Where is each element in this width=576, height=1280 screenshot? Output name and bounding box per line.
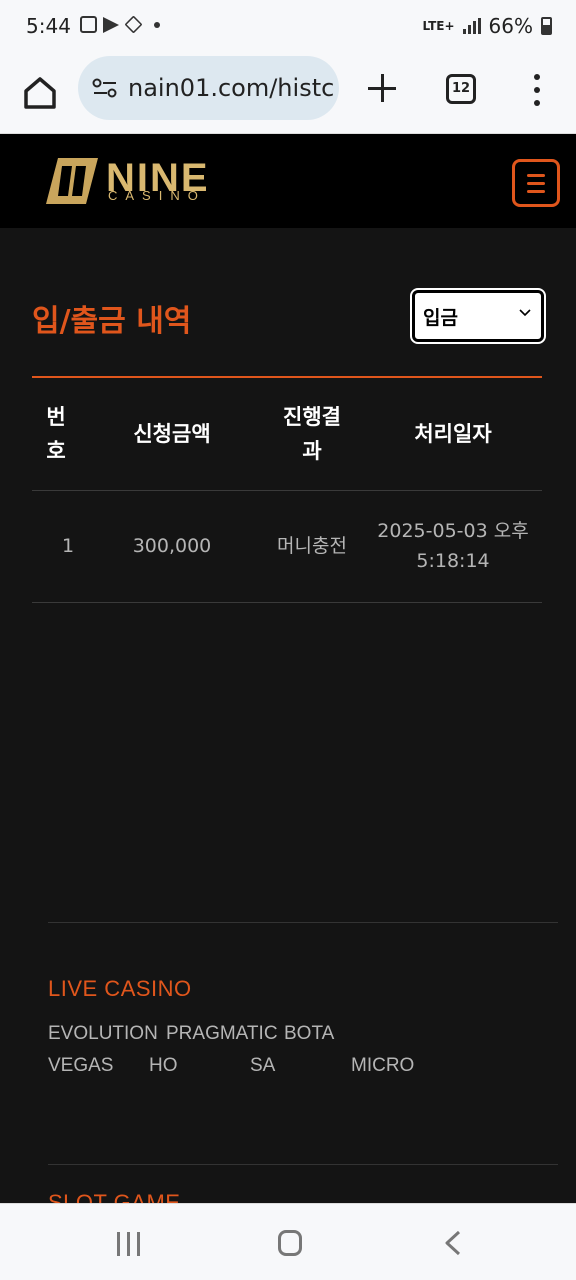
battery-percent: 66% xyxy=(488,14,533,38)
home-icon[interactable] xyxy=(18,70,62,114)
browser-toolbar: nain01.com/histc 12 xyxy=(0,56,576,134)
main-content: 입/출금 내역 입금 번 호 신청금액 진행결 과 처리일자 1 300,000… xyxy=(0,228,576,1203)
new-tab-button[interactable] xyxy=(362,68,402,108)
play-store-icon xyxy=(124,15,143,34)
address-bar[interactable]: nain01.com/histc xyxy=(78,56,339,120)
site-settings-icon[interactable] xyxy=(92,78,118,98)
table-divider xyxy=(32,602,542,603)
column-header-date: 처리일자 xyxy=(414,422,492,446)
home-button[interactable] xyxy=(278,1230,302,1256)
live-casino-heading: LIVE CASINO xyxy=(48,976,192,1001)
cell-date: 2025-05-03 오후 5:18:14 xyxy=(377,520,529,572)
provider-link-pragmatic[interactable]: PRAGMATIC xyxy=(166,1023,278,1045)
provider-link-vegas[interactable]: VEGAS xyxy=(48,1055,113,1077)
signal-icon xyxy=(462,18,481,34)
browser-menu-button[interactable] xyxy=(526,72,548,108)
recent-apps-button[interactable] xyxy=(116,1232,142,1256)
footer-divider xyxy=(48,1164,558,1165)
tab-switcher-button[interactable]: 12 xyxy=(446,74,476,104)
slot-game-heading: SLOT GAME xyxy=(48,1190,181,1203)
footer-divider xyxy=(48,922,558,923)
notification-icons xyxy=(80,15,160,34)
page-title: 입/출금 내역 xyxy=(32,304,192,339)
cell-result: 머니충전 xyxy=(277,535,347,557)
system-navigation-bar xyxy=(0,1203,576,1280)
network-type: LTE+ xyxy=(422,19,455,33)
telegram-icon xyxy=(103,16,119,33)
more-notifications-icon xyxy=(154,21,160,28)
battery-icon xyxy=(541,17,552,35)
table-divider xyxy=(32,490,542,491)
provider-link-sa[interactable]: SA xyxy=(250,1055,275,1077)
status-time: 5:44 xyxy=(26,14,71,38)
provider-link-evolution[interactable]: EVOLUTION xyxy=(48,1023,158,1045)
column-header-result: 진행결 과 xyxy=(283,405,341,463)
divider xyxy=(32,376,542,378)
type-select-value: 입금 xyxy=(423,307,458,329)
url-text[interactable]: nain01.com/histc xyxy=(128,74,334,102)
status-bar: 5:44 LTE+ 66% xyxy=(0,0,576,56)
cell-amount: 300,000 xyxy=(132,535,212,557)
cell-number: 1 xyxy=(61,535,75,557)
logo-emblem-icon xyxy=(46,158,98,204)
logo-subtext: CASINO xyxy=(108,188,206,203)
site-header: NINE CASINO xyxy=(0,134,576,228)
site-logo[interactable]: NINE CASINO xyxy=(44,154,234,210)
provider-link-bota[interactable]: BOTA xyxy=(284,1023,334,1045)
type-select[interactable]: 입금 xyxy=(410,288,546,344)
column-header-amount: 신청금액 xyxy=(133,422,211,446)
back-button[interactable] xyxy=(444,1230,462,1256)
provider-link-micro[interactable]: MICRO xyxy=(351,1055,414,1077)
chevron-down-icon xyxy=(519,309,531,317)
gallery-icon xyxy=(80,16,97,33)
menu-button[interactable] xyxy=(512,159,560,207)
column-header-number: 번 호 xyxy=(46,405,66,463)
provider-link-ho[interactable]: HO xyxy=(149,1055,178,1077)
